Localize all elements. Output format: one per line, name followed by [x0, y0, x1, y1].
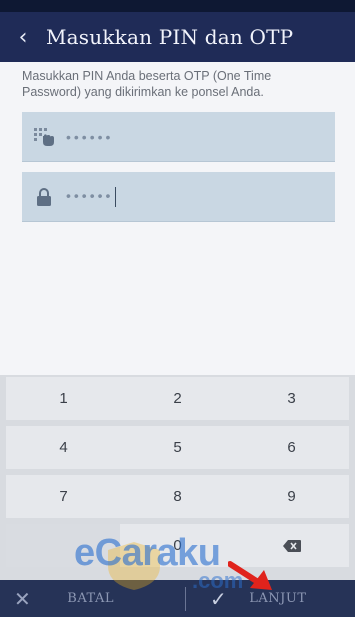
next-button[interactable]: ✓ LANJUT [186, 580, 307, 617]
chevron-left-icon: ‹ [18, 24, 28, 50]
key-2[interactable]: 2 [120, 377, 235, 420]
text-cursor [115, 186, 117, 207]
key-9[interactable]: 9 [234, 475, 349, 518]
key-1[interactable]: 1 [6, 377, 121, 420]
status-bar [0, 0, 355, 12]
bottom-action-bar: ✕ BATAL ✓ LANJUT [0, 580, 355, 617]
content-area: Masukkan PIN Anda beserta OTP (One Time … [0, 62, 355, 375]
key-4[interactable]: 4 [6, 426, 121, 469]
key-blank [6, 524, 121, 567]
backspace-key[interactable] [234, 524, 349, 567]
otp-value-wrap: •••••• [66, 186, 117, 207]
close-icon: ✕ [14, 586, 32, 611]
otp-field[interactable]: •••••• [22, 172, 335, 222]
cancel-button[interactable]: ✕ BATAL [0, 580, 185, 617]
app-bar: ‹ Masukkan PIN dan OTP [0, 12, 355, 62]
key-0[interactable]: 0 [120, 524, 235, 567]
key-8[interactable]: 8 [120, 475, 235, 518]
next-label: LANJUT [249, 591, 307, 606]
back-button[interactable]: ‹ [0, 12, 46, 62]
screen: ‹ Masukkan PIN dan OTP Masukkan PIN Anda… [0, 0, 355, 617]
check-icon: ✓ [210, 586, 228, 611]
pin-value: •••••• [66, 128, 114, 145]
backspace-icon [282, 539, 301, 552]
instruction-text: Masukkan PIN Anda beserta OTP (One Time … [22, 69, 272, 99]
pin-field[interactable]: •••••• [22, 112, 335, 162]
key-5[interactable]: 5 [120, 426, 235, 469]
page-title: Masukkan PIN dan OTP [46, 25, 294, 49]
key-7[interactable]: 7 [6, 475, 121, 518]
numeric-keypad: 1 2 3 4 5 6 7 8 9 0 [0, 375, 355, 580]
keypad-hand-icon [22, 112, 66, 162]
otp-value: •••••• [66, 187, 114, 204]
cancel-label: BATAL [67, 591, 114, 606]
key-3[interactable]: 3 [234, 377, 349, 420]
key-6[interactable]: 6 [234, 426, 349, 469]
lock-icon [22, 172, 66, 222]
